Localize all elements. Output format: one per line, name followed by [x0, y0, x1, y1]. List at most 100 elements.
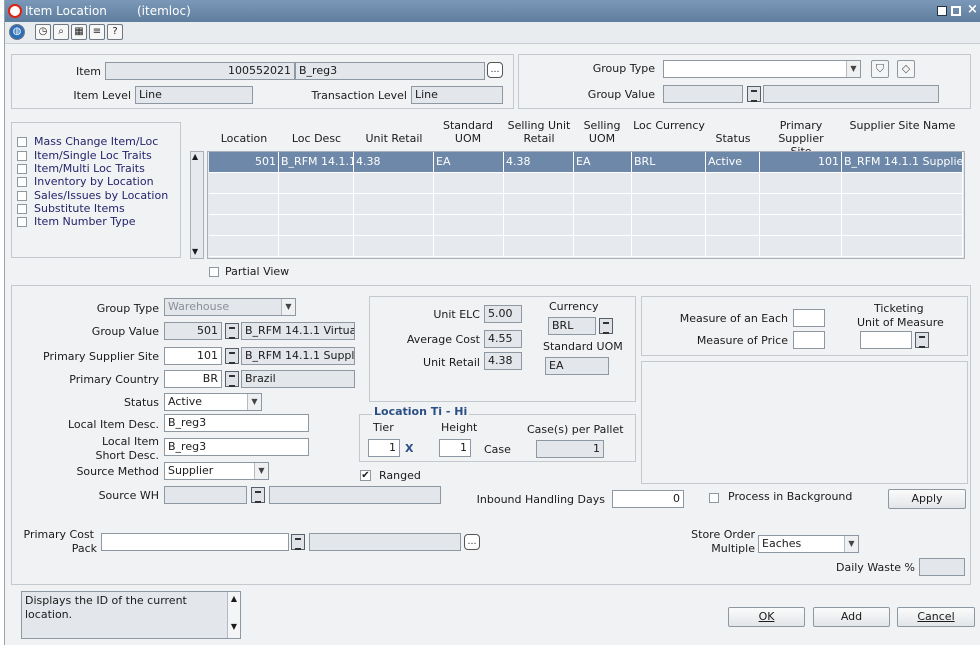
table-cell[interactable] — [354, 194, 434, 215]
detail-group-value-lov-icon[interactable] — [225, 323, 239, 339]
option-link[interactable]: Item/Multi Loc Traits — [34, 162, 145, 175]
table-cell[interactable]: EA — [574, 152, 632, 173]
column-header[interactable]: Loc Desc — [279, 132, 354, 145]
measure-price-field[interactable] — [793, 331, 825, 349]
table-cell[interactable] — [706, 215, 760, 236]
table-cell[interactable] — [632, 194, 706, 215]
inbound-field[interactable]: 0 — [612, 490, 684, 508]
ranged-checkbox[interactable]: ✔ — [360, 470, 371, 481]
table-row[interactable] — [208, 194, 964, 215]
table-cell[interactable] — [504, 173, 574, 194]
column-header[interactable]: Status — [706, 132, 760, 145]
option-checkbox[interactable] — [17, 164, 27, 174]
table-cell[interactable] — [574, 173, 632, 194]
table-cell[interactable] — [209, 173, 279, 194]
table-row[interactable] — [208, 236, 964, 257]
table-cell[interactable] — [434, 215, 504, 236]
group-value-lov-icon[interactable] — [747, 86, 761, 102]
table-cell[interactable] — [209, 215, 279, 236]
option-link[interactable]: Mass Change Item/Loc — [34, 135, 158, 148]
column-header[interactable]: Loc Currency — [632, 119, 706, 132]
table-cell[interactable] — [760, 215, 842, 236]
comments-icon[interactable]: … — [464, 534, 480, 550]
calendar-icon[interactable]: ▦ — [71, 24, 87, 40]
table-cell[interactable]: 101 — [760, 152, 842, 173]
option-link[interactable]: Sales/Issues by Location — [34, 189, 168, 202]
partial-view-checkbox[interactable] — [209, 267, 219, 277]
eraser-icon[interactable]: ◇ — [897, 60, 915, 78]
minimize-icon[interactable] — [937, 6, 947, 16]
supplier-site-lov-icon[interactable] — [225, 348, 239, 364]
local-item-desc-field[interactable]: B_reg3 — [164, 414, 309, 432]
table-cell[interactable] — [434, 173, 504, 194]
cancel-button[interactable]: Cancel — [897, 607, 975, 627]
column-header[interactable]: Selling UOM — [581, 119, 623, 145]
comments-icon[interactable]: … — [487, 62, 503, 78]
column-header[interactable]: Standard UOM — [440, 119, 496, 145]
table-cell[interactable] — [209, 194, 279, 215]
table-cell[interactable] — [842, 236, 963, 257]
item-number-field[interactable]: 100552021 — [105, 62, 295, 80]
ok-button[interactable]: OK — [728, 607, 805, 627]
status-select[interactable]: Active ▼ — [164, 393, 262, 411]
source-method-select[interactable]: Supplier ▼ — [164, 462, 269, 480]
store-order-select[interactable]: Eaches ▼ — [758, 535, 859, 553]
maximize-icon[interactable] — [951, 6, 961, 16]
table-cell[interactable] — [279, 194, 354, 215]
table-cell[interactable]: B_RFM 14.1.1 Virtual WH — [279, 152, 354, 173]
filter-icon[interactable]: ⛉ — [871, 60, 889, 78]
primary-supplier-site-field[interactable]: 101 — [164, 347, 222, 365]
chevron-down-icon[interactable]: ▼ — [281, 299, 295, 315]
column-header[interactable]: Unit Retail — [354, 132, 434, 145]
table-cell[interactable] — [632, 215, 706, 236]
option-checkbox[interactable] — [17, 177, 27, 187]
option-link[interactable]: Item/Single Loc Traits — [34, 149, 152, 162]
measure-each-field[interactable] — [793, 309, 825, 327]
table-cell[interactable]: 4.38 — [504, 152, 574, 173]
table-cell[interactable] — [632, 236, 706, 257]
table-cell[interactable] — [504, 236, 574, 257]
option-checkbox[interactable] — [17, 137, 27, 147]
process-bg-checkbox[interactable] — [709, 493, 719, 503]
table-cell[interactable]: Active — [706, 152, 760, 173]
table-row[interactable] — [208, 173, 964, 194]
table-cell[interactable] — [760, 236, 842, 257]
table-cell[interactable] — [842, 194, 963, 215]
primary-country-field[interactable]: BR — [164, 370, 222, 388]
tier-field[interactable]: 1 — [368, 439, 400, 457]
table-cell[interactable] — [279, 236, 354, 257]
help-icon[interactable]: ? — [107, 24, 123, 40]
table-cell[interactable] — [279, 215, 354, 236]
table-cell[interactable] — [632, 173, 706, 194]
table-cell[interactable] — [574, 194, 632, 215]
grid-scrollbar[interactable]: ▲ ▼ — [190, 151, 204, 259]
currency-lov-icon[interactable] — [599, 318, 613, 334]
option-link[interactable]: Item Number Type — [34, 215, 136, 228]
chevron-down-icon[interactable]: ▼ — [254, 463, 268, 479]
option-checkbox[interactable] — [17, 191, 27, 201]
source-wh-lov-icon[interactable] — [251, 487, 265, 503]
ticketing-uom-field[interactable] — [860, 331, 912, 349]
detail-group-type-select[interactable]: Warehouse ▼ — [164, 298, 296, 316]
group-type-select[interactable]: ▼ — [663, 60, 861, 78]
table-cell[interactable] — [842, 215, 963, 236]
local-item-short-desc-field[interactable]: B_reg3 — [164, 438, 309, 456]
table-cell[interactable] — [354, 236, 434, 257]
table-cell[interactable]: 501 — [209, 152, 279, 173]
option-link[interactable]: Inventory by Location — [34, 175, 154, 188]
scroll-up-icon[interactable]: ▲ — [192, 152, 198, 161]
chevron-down-icon[interactable]: ▼ — [844, 536, 858, 552]
height-field[interactable]: 1 — [439, 439, 471, 457]
close-icon[interactable]: × — [967, 2, 978, 17]
chevron-down-icon[interactable]: ▼ — [846, 61, 860, 77]
table-cell[interactable] — [504, 194, 574, 215]
clock-icon[interactable]: ◷ — [35, 24, 51, 40]
table-cell[interactable] — [706, 173, 760, 194]
option-link[interactable]: Substitute Items — [34, 202, 125, 215]
option-checkbox[interactable] — [17, 204, 27, 214]
column-header[interactable]: Selling Unit Retail — [504, 119, 574, 145]
table-cell[interactable]: B_RFM 14.1.1 Supplier Site — [842, 152, 963, 173]
scroll-down-icon[interactable]: ▼ — [192, 247, 198, 256]
table-cell[interactable] — [706, 194, 760, 215]
ticketing-lov-icon[interactable] — [915, 332, 929, 348]
